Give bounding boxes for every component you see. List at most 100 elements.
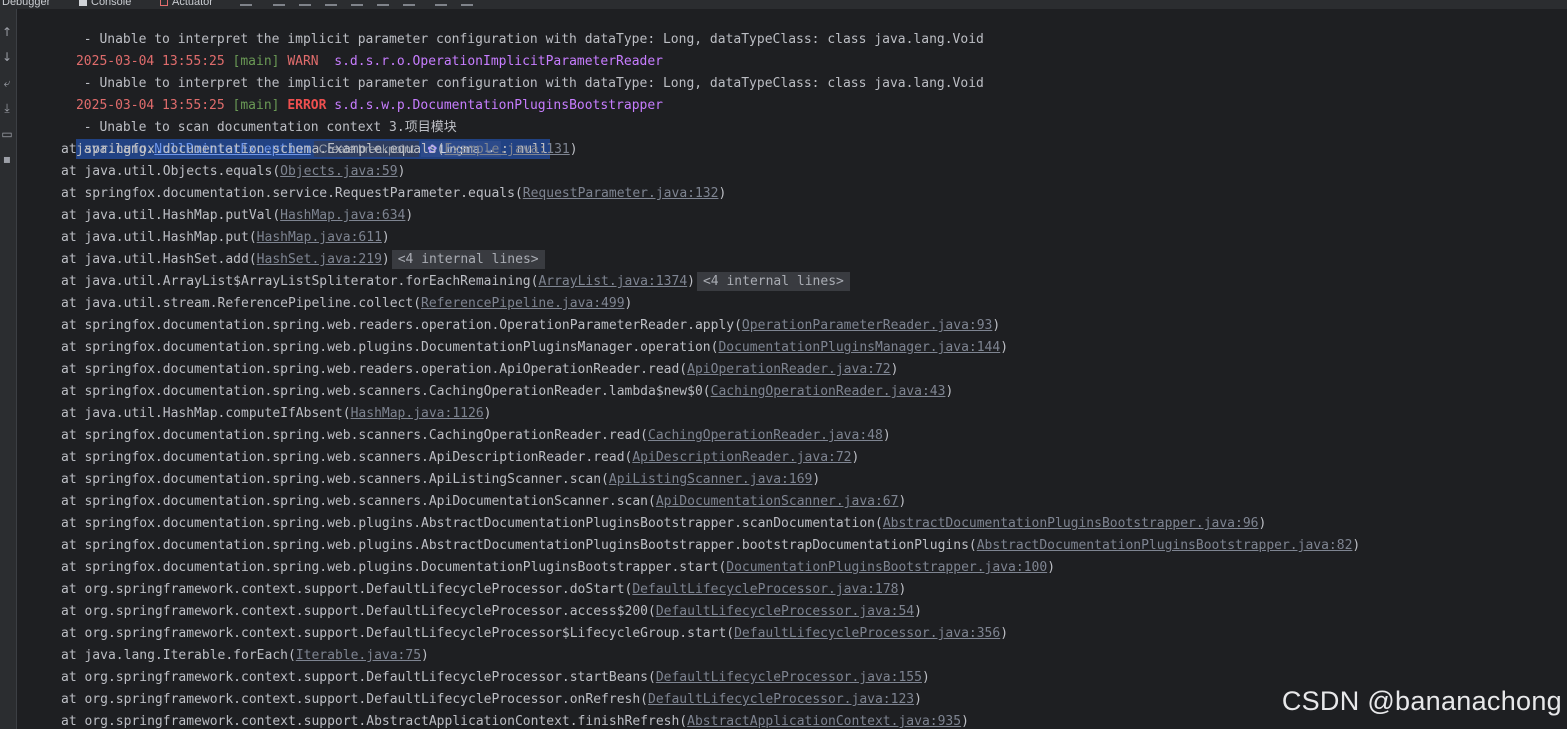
source-link[interactable]: DocumentationPluginsManager.java:144 — [718, 340, 1000, 355]
log-line: - Unable to interpret the implicit param… — [75, 32, 984, 47]
stack-frame: +at java.util.HashSet.add(HashSet.java:2… — [17, 249, 1360, 271]
console-toolbar: ↑ ↓ ⤶ ⤓ ▭ ▪ — [0, 9, 17, 729]
source-link[interactable]: ApiListingScanner.java:169 — [609, 472, 813, 487]
stack-frame: at springfox.documentation.spring.web.sc… — [17, 469, 1360, 491]
stack-frame: at java.lang.Iterable.forEach(Iterable.j… — [17, 645, 1360, 667]
stack-frame: at springfox.documentation.spring.web.pl… — [17, 337, 1360, 359]
source-link[interactable]: CachingOperationReader.java:43 — [711, 384, 946, 399]
stack-frame: at springfox.documentation.spring.web.sc… — [17, 381, 1360, 403]
stack-frame-text: at springfox.documentation.spring.web.pl… — [61, 340, 719, 355]
source-link[interactable]: HashMap.java:1126 — [351, 406, 484, 421]
stack-frame-close: ) — [1000, 340, 1009, 355]
source-link[interactable]: Example.java:131 — [445, 142, 570, 157]
stack-frame-close: ) — [812, 472, 821, 487]
source-link[interactable]: DefaultLifecycleProcessor.java:54 — [656, 604, 914, 619]
stack-frame-close: ) — [1258, 516, 1267, 531]
source-link[interactable]: ArrayList.java:1374 — [538, 274, 687, 289]
settings-icon[interactable] — [461, 0, 473, 6]
step-over-icon[interactable] — [273, 0, 285, 6]
stack-frame-close: ) — [914, 604, 922, 619]
stack-frame-close: ) — [483, 406, 492, 421]
evaluate-expression-icon[interactable] — [403, 0, 415, 6]
source-link[interactable]: AbstractApplicationContext.java:935 — [687, 714, 961, 729]
source-link[interactable]: Iterable.java:75 — [296, 648, 421, 663]
stack-frame-text: at springfox.documentation.spring.web.sc… — [61, 384, 711, 399]
run-to-cursor-icon[interactable] — [377, 0, 389, 6]
tab-console[interactable]: Console — [79, 0, 131, 9]
exception-line: java.lang.NullPointerException Create bre… — [17, 117, 1360, 159]
internal-lines-toggle[interactable]: <4 internal lines> — [696, 272, 850, 291]
stack-frame-close: ) — [921, 670, 930, 685]
scroll-to-end-icon[interactable]: ⤓ — [0, 101, 14, 115]
stack-frame: at springfox.documentation.spring.web.re… — [17, 359, 1360, 381]
source-link[interactable]: RequestParameter.java:132 — [523, 186, 719, 201]
arrow-down-icon[interactable]: ↓ — [0, 50, 14, 64]
source-link[interactable]: ApiDescriptionReader.java:72 — [632, 450, 851, 465]
source-link[interactable]: ReferencePipeline.java:499 — [421, 296, 625, 311]
source-link[interactable]: Objects.java:59 — [280, 164, 397, 179]
stack-frame-close: ) — [624, 296, 633, 311]
force-step-into-icon[interactable] — [325, 0, 337, 6]
source-link[interactable]: DocumentationPluginsBootstrapper.java:10… — [726, 560, 1047, 575]
source-link[interactable]: OperationParameterReader.java:93 — [742, 318, 992, 333]
stack-frame: at org.springframework.context.support.D… — [17, 601, 1360, 623]
stack-frame-text: at springfox.documentation.service.Reque… — [61, 186, 523, 201]
source-link[interactable]: ApiOperationReader.java:72 — [687, 362, 891, 377]
stack-frame-close: ) — [718, 186, 727, 201]
menu-icon[interactable] — [240, 0, 252, 6]
tab-actuator-label: Actuator — [172, 0, 213, 8]
log-line: - Unable to scan documentation context 3… — [75, 120, 457, 135]
stack-frame-close: ) — [421, 648, 429, 663]
stack-frame-text: at java.util.HashMap.putVal( — [61, 208, 281, 223]
source-link[interactable]: HashMap.java:611 — [257, 230, 382, 245]
stack-frame-close: ) — [945, 384, 954, 399]
table-icon[interactable] — [435, 0, 447, 6]
internal-lines-toggle[interactable]: <4 internal lines> — [391, 250, 545, 269]
stack-frame-text: at org.springframework.context.support.D… — [61, 692, 648, 707]
step-out-icon[interactable] — [351, 0, 363, 6]
stack-frame-close: ) — [1352, 538, 1361, 553]
stack-frame: at springfox.documentation.spring.web.sc… — [17, 425, 1360, 447]
source-link[interactable]: DefaultLifecycleProcessor.java:123 — [648, 692, 914, 707]
stack-frame: at java.util.HashMap.putVal(HashMap.java… — [17, 205, 1360, 227]
arrow-up-icon[interactable]: ↑ — [0, 25, 14, 39]
soft-wrap-icon[interactable]: ⤶ — [0, 76, 14, 90]
stack-frame: at springfox.documentation.schema.Exampl… — [17, 139, 1360, 161]
tab-console-label: Console — [91, 0, 132, 8]
stack-frame-text: at springfox.documentation.spring.web.re… — [61, 362, 688, 377]
print-icon[interactable]: ▭ — [0, 127, 14, 141]
source-link[interactable]: HashSet.java:219 — [257, 252, 382, 267]
stack-frame-text: at springfox.documentation.schema.Exampl… — [61, 142, 445, 157]
stack-frame: at springfox.documentation.spring.web.sc… — [17, 491, 1360, 513]
stack-frame-text: at springfox.documentation.spring.web.sc… — [61, 472, 609, 487]
source-link[interactable]: AbstractDocumentationPluginsBootstrapper… — [977, 538, 1353, 553]
stack-frame: at springfox.documentation.spring.web.pl… — [17, 535, 1360, 557]
trash-icon[interactable]: ▪ — [0, 152, 14, 166]
watermark: CSDN @bananachong — [1281, 686, 1562, 716]
stack-frame-text: at java.util.HashMap.computeIfAbsent( — [61, 406, 351, 421]
source-link[interactable]: DefaultLifecycleProcessor.java:155 — [656, 670, 922, 685]
stack-frame-close: ) — [397, 164, 406, 179]
actuator-icon — [160, 0, 168, 7]
log-line-error: 2025-03-04 13:55:25 [main] ERROR s.d.s.w… — [17, 73, 1360, 113]
source-link[interactable]: CachingOperationReader.java:48 — [648, 428, 883, 443]
stack-frame: at org.springframework.context.support.A… — [17, 711, 1360, 729]
log-line-warn: 2025-03-04 13:55:25 [main] WARN s.d.s.r.… — [17, 29, 1360, 69]
stack-frame-close: ) — [992, 318, 1001, 333]
stack-frame-close: ) — [381, 230, 390, 245]
console-lines: - Unable to interpret the implicit param… — [17, 9, 1360, 729]
source-link[interactable]: AbstractDocumentationPluginsBootstrapper… — [883, 516, 1259, 531]
source-link[interactable]: DefaultLifecycleProcessor.java:356 — [734, 626, 1000, 641]
stack-frame-text: at springfox.documentation.spring.web.pl… — [61, 516, 883, 531]
step-into-icon[interactable] — [299, 0, 311, 6]
stack-frame: at springfox.documentation.service.Reque… — [17, 183, 1360, 205]
stack-frame-text: at java.util.stream.ReferencePipeline.co… — [61, 296, 422, 311]
source-link[interactable]: ApiDocumentationScanner.java:67 — [656, 494, 899, 509]
tab-debugger[interactable]: Debugger — [2, 0, 50, 9]
tab-actuator[interactable]: Actuator — [160, 0, 213, 9]
source-link[interactable]: DefaultLifecycleProcessor.java:178 — [632, 582, 898, 597]
console-output[interactable]: - Unable to interpret the implicit param… — [17, 9, 1567, 729]
stack-frame-close: ) — [569, 142, 578, 157]
stack-frame-close: ) — [687, 274, 695, 289]
source-link[interactable]: HashMap.java:634 — [280, 208, 405, 223]
